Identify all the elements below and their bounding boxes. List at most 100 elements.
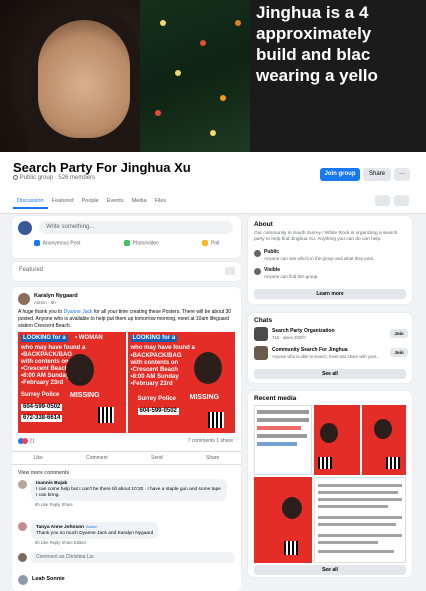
- group-header: Search Party For Jinghua Xu Public group…: [0, 152, 426, 214]
- tab-media[interactable]: Media: [128, 196, 151, 212]
- comment-bubble: Ioannis Bujak I can come help but I can't…: [31, 479, 227, 501]
- view-more-comments[interactable]: View more comments: [18, 470, 69, 476]
- share-button[interactable]: Share: [363, 168, 391, 181]
- write-something-input[interactable]: Write something...: [39, 221, 233, 234]
- join-chat-button[interactable]: Join: [390, 329, 408, 338]
- about-text: Our community in South Surrey / White Ro…: [254, 231, 398, 242]
- comments-shares-count[interactable]: 7 comments 1 share: [188, 438, 233, 444]
- media-thumbnail[interactable]: [314, 405, 360, 475]
- poster-line: LOOKING for a: [21, 335, 68, 342]
- public-desc: Anyone can see who's in the group and wh…: [264, 256, 375, 261]
- comment-actions[interactable]: 6h Like Reply Share Edited: [35, 540, 230, 545]
- commenter-avatar[interactable]: [18, 522, 27, 531]
- anonymous-post-label: Anonymous Post: [42, 240, 81, 247]
- anonymous-icon: [33, 240, 40, 246]
- post-images[interactable]: LOOKING for a who may have found a •BACK…: [18, 332, 235, 433]
- media-grid: [254, 405, 406, 563]
- chat-avatar: [254, 346, 268, 360]
- media-thumbnail[interactable]: [314, 477, 406, 563]
- media-thumbnail[interactable]: [362, 405, 406, 475]
- poll-button[interactable]: Poll: [202, 240, 219, 246]
- missing-poster-1[interactable]: LOOKING for a who may have found a •BACK…: [18, 332, 126, 433]
- admin-badge: Admin: [85, 524, 98, 529]
- comment-composer: Comment as Christina Liu: [18, 552, 235, 563]
- tab-people[interactable]: People: [78, 196, 103, 212]
- reaction-summary[interactable]: 21: [18, 438, 35, 444]
- poster-line: •8:00 AM Sunday: [21, 373, 70, 379]
- cover-photo-portrait: [0, 0, 250, 152]
- tab-featured[interactable]: Featured: [48, 196, 78, 212]
- poster-missing: MISSING: [70, 392, 100, 399]
- poster-line: •Crescent Beach: [21, 366, 69, 372]
- poll-label: Poll: [211, 240, 220, 247]
- author-name[interactable]: Leah Sonnie: [32, 576, 65, 582]
- photo-video-button[interactable]: Photo/video: [123, 240, 159, 247]
- cover-caption-line: Jinghua is a 4: [256, 3, 369, 22]
- more-options-button[interactable]: ···: [394, 168, 410, 181]
- poster-police: Surrey Police: [137, 396, 176, 402]
- poster-line: who may have found a: [21, 345, 86, 351]
- public-title: Public: [264, 249, 280, 255]
- comment: Ioannis Bujak I can come help but I can't…: [18, 479, 230, 507]
- composer-actions: Anonymous Post Photo/video Poll: [12, 240, 241, 246]
- chat-name: Community Search For Jinghua: [272, 347, 348, 353]
- qr-code-icon: [207, 412, 224, 428]
- recent-media-title: Recent media: [254, 395, 297, 402]
- media-thumbnail[interactable]: [254, 405, 312, 475]
- chat-item[interactable]: Search Party Organization 716 · alone 20…: [254, 326, 408, 344]
- send-button[interactable]: Send: [151, 452, 163, 464]
- chat-item[interactable]: Community Search For Jinghua Anyone who …: [254, 345, 408, 363]
- missing-person-photo: [193, 352, 222, 384]
- avatar: [18, 553, 27, 562]
- see-all-media-button[interactable]: See all: [254, 565, 406, 575]
- divider: [0, 213, 426, 214]
- post-meta: Admin · 6h ·: [34, 300, 59, 305]
- share-post-button[interactable]: Share: [206, 452, 219, 464]
- cover-photo[interactable]: Jinghua is a 4 approximately build and b…: [0, 0, 426, 152]
- comment-input[interactable]: Comment as Christina Liu: [30, 552, 235, 563]
- globe-icon: [13, 175, 18, 180]
- join-group-button[interactable]: Join group: [320, 168, 360, 181]
- author-name[interactable]: Karalyn Nygaard: [34, 293, 78, 299]
- search-icon[interactable]: [375, 195, 390, 206]
- tab-events[interactable]: Events: [103, 196, 128, 212]
- poster-phone: 604-599-0502: [137, 408, 179, 415]
- comment-bubble: Tanya Anne Johnson Admin Thank you so much…: [31, 522, 159, 539]
- like-button[interactable]: Like: [34, 452, 43, 464]
- chat-desc: Anyone who is able to search, meet and s…: [272, 354, 380, 359]
- commenter-name[interactable]: Ioannis Bujak: [36, 481, 67, 486]
- media-thumbnail[interactable]: [254, 477, 312, 563]
- author-avatar[interactable]: [18, 575, 28, 585]
- chats-card: Chats Search Party Organization 716 · al…: [248, 313, 412, 383]
- christmas-tree: [140, 0, 250, 152]
- comment-actions[interactable]: 6h Like Reply Share: [35, 502, 230, 507]
- see-all-chats-button[interactable]: See all: [254, 369, 406, 379]
- group-tabs: Discussion Featured People Events Media …: [13, 196, 170, 212]
- join-chat-button[interactable]: Join: [390, 348, 408, 357]
- chevron-down-icon[interactable]: [394, 195, 409, 206]
- missing-poster-2[interactable]: LOOKING for a who may have found a •BACK…: [127, 332, 235, 433]
- chat-name: Search Party Organization: [272, 328, 335, 334]
- tab-files[interactable]: Files: [151, 196, 171, 212]
- mention-link[interactable]: Dyanne Jack: [64, 309, 93, 315]
- post-text-before: A huge thank you to: [18, 309, 64, 315]
- learn-more-button[interactable]: Learn more: [254, 289, 406, 299]
- chats-title: Chats: [254, 317, 273, 324]
- comment-button[interactable]: Comment: [86, 452, 108, 464]
- chat-avatar: [254, 327, 268, 341]
- cover-caption: Jinghua is a 4 approximately build and b…: [250, 0, 426, 152]
- tab-discussion[interactable]: Discussion: [13, 196, 48, 209]
- visible-title: Visible: [264, 267, 281, 273]
- featured-section[interactable]: Featured: [12, 262, 241, 281]
- author-avatar[interactable]: [18, 293, 30, 305]
- recent-media-card: Recent media See all: [248, 391, 412, 577]
- comment-text: I can come help but I can't be there til…: [36, 487, 221, 498]
- anonymous-post-button[interactable]: Anonymous Post: [33, 240, 81, 247]
- chat-desc: 716 · alone 2020?: [272, 335, 306, 340]
- more-icon[interactable]: [225, 267, 235, 275]
- commenter-avatar[interactable]: [18, 480, 27, 489]
- group-meta: Public group · 526 members: [13, 175, 95, 181]
- commenter-name[interactable]: Tanya Anne Johnson: [36, 525, 84, 530]
- photo-video-label: Photo/video: [132, 240, 159, 247]
- post-card: Karalyn Nygaard Admin · 6h · A huge than…: [12, 287, 241, 577]
